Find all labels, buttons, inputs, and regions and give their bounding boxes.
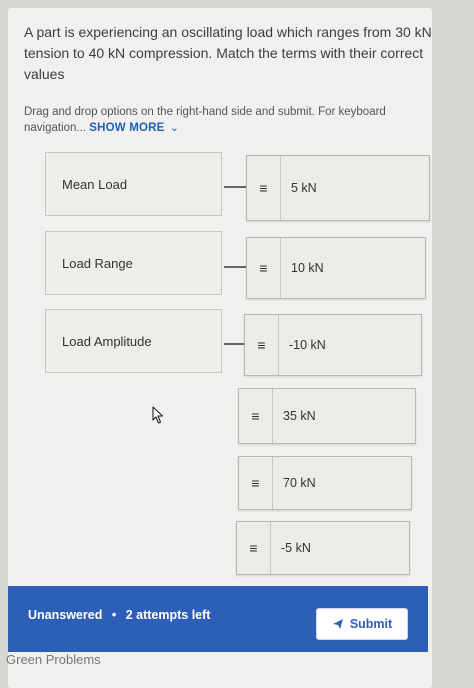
- answer-footer: Unanswered • 2 attempts left Submit: [8, 586, 428, 652]
- connector-line: [224, 186, 246, 188]
- submit-label: Submit: [349, 617, 393, 631]
- drag-handle-icon[interactable]: ≡: [239, 457, 273, 509]
- submit-button[interactable]: Submit: [316, 608, 408, 640]
- bottom-heading: Green Problems: [6, 652, 101, 667]
- option-item[interactable]: ≡ 10 kN: [246, 237, 426, 299]
- option-item[interactable]: ≡ 70 kN: [238, 456, 412, 510]
- drag-handle-icon[interactable]: ≡: [245, 315, 279, 375]
- attempts-label: 2 attempts left: [125, 608, 211, 622]
- term-label: Mean Load: [62, 177, 128, 192]
- show-more-link[interactable]: SHOW MORE: [89, 122, 164, 134]
- option-item[interactable]: ≡ 5 kN: [246, 155, 430, 221]
- drag-handle-icon[interactable]: ≡: [247, 156, 281, 220]
- option-item[interactable]: ≡ -10 kN: [244, 314, 422, 376]
- question-text: A part is experiencing an oscillating lo…: [24, 24, 432, 82]
- pointer-cursor-icon: [152, 406, 164, 424]
- option-value: 10 kN: [291, 261, 324, 275]
- option-value: 70 kN: [283, 476, 316, 490]
- drag-handle-icon[interactable]: ≡: [247, 238, 281, 298]
- option-value: 5 kN: [291, 181, 317, 195]
- term-load-amplitude: Load Amplitude: [45, 309, 222, 373]
- option-item[interactable]: ≡ 35 kN: [238, 388, 416, 444]
- separator-dot: •: [111, 608, 117, 622]
- option-value: -5 kN: [281, 541, 311, 555]
- status-label: Unanswered: [28, 608, 103, 622]
- term-label: Load Amplitude: [62, 334, 152, 349]
- drag-handle-icon[interactable]: ≡: [237, 522, 271, 574]
- drag-handle-icon[interactable]: ≡: [239, 389, 273, 443]
- instructions-text: Drag and drop options on the right-hand …: [24, 106, 386, 134]
- connector-line: [224, 343, 246, 345]
- connector-line: [224, 266, 246, 268]
- instructions: Drag and drop options on the right-hand …: [24, 104, 434, 136]
- option-item[interactable]: ≡ -5 kN: [236, 521, 410, 575]
- option-value: -10 kN: [289, 338, 326, 352]
- term-load-range: Load Range: [45, 231, 222, 295]
- term-label: Load Range: [62, 256, 133, 271]
- chevron-down-icon[interactable]: ⌄: [170, 122, 179, 134]
- paper-plane-icon: [332, 619, 343, 629]
- option-value: 35 kN: [283, 409, 316, 423]
- term-mean-load: Mean Load: [45, 152, 222, 216]
- status-text: Unanswered • 2 attempts left: [28, 608, 210, 622]
